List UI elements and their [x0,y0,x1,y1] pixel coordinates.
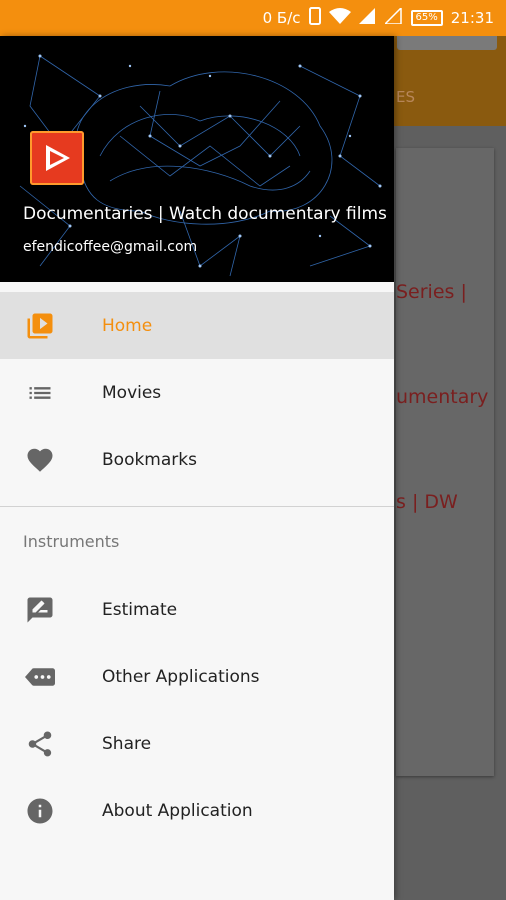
menu-divider [0,506,394,507]
drawer-header-title: Documentaries | Watch documentary films [23,204,387,224]
navigation-drawer: Documentaries | Watch documentary films … [0,36,394,900]
menu-item-label: Bookmarks [102,449,197,470]
more-apps-icon [24,661,56,693]
menu-item-share[interactable]: Share [0,710,394,777]
drawer-header-email: efendicoffee@gmail.com [23,239,198,255]
background-list-item: s | DW [396,491,458,513]
video-library-icon [24,310,56,342]
menu-item-label: About Application [102,800,253,821]
background-list-item: umentary [396,386,489,408]
signal-icon [358,8,377,28]
network-speed: 0 Б/с [262,9,301,27]
menu-item-estimate[interactable]: Estimate [0,576,394,643]
menu-item-label: Estimate [102,599,178,620]
rate-review-icon [24,594,56,626]
menu-item-label: Movies [102,382,162,403]
signal-icon-2 [382,6,403,28]
background-tab: ES [396,88,415,106]
drawer-header: Documentaries | Watch documentary films … [0,36,394,282]
background-card [396,148,494,776]
status-bar: 0 Б/с 65% 21:31 [0,0,506,36]
phone-icon [308,7,321,29]
info-icon [24,795,56,827]
menu-item-other-applications[interactable]: Other Applications [0,643,394,710]
menu-item-bookmarks[interactable]: Bookmarks [0,426,394,493]
battery-indicator: 65% [410,10,443,26]
menu-item-label: Other Applications [102,666,260,687]
background-list-item: Series | [396,281,467,303]
section-title-instruments: Instruments [23,532,120,551]
menu-item-movies[interactable]: Movies [0,359,394,426]
share-icon [24,728,56,760]
list-icon [24,377,56,409]
background-search-bar [397,36,497,50]
heart-icon [24,444,56,476]
menu-item-label: Share [102,733,152,754]
menu-item-about-application[interactable]: About Application [0,777,394,844]
wifi-icon [328,8,351,28]
app-logo [30,131,84,185]
clock: 21:31 [450,9,494,27]
menu-item-home[interactable]: Home [0,292,394,359]
menu-item-label: Home [102,315,153,336]
